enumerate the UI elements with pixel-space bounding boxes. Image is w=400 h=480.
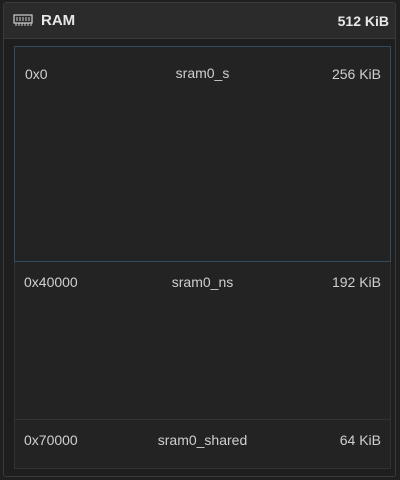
memory-panel: RAM 512 KiB 0x0 sram0_s 256 KiB 0x40000 … bbox=[3, 2, 396, 477]
region-name: sram0_shared bbox=[157, 432, 248, 448]
memory-region-sram0-ns[interactable]: 0x40000 sram0_ns 192 KiB bbox=[14, 262, 391, 420]
memory-total-size: 512 KiB bbox=[337, 13, 389, 29]
region-size: 192 KiB bbox=[331, 274, 381, 290]
memory-panel-header[interactable]: RAM 512 KiB bbox=[4, 3, 395, 39]
memory-title: RAM bbox=[41, 12, 76, 29]
memory-chip-icon bbox=[13, 13, 33, 27]
region-size: 256 KiB bbox=[331, 66, 381, 82]
memory-region-sram0-shared[interactable]: 0x70000 sram0_shared 64 KiB bbox=[14, 420, 391, 469]
memory-region-sram0-s[interactable]: 0x0 sram0_s 256 KiB bbox=[14, 46, 391, 262]
region-size: 64 KiB bbox=[339, 432, 381, 448]
